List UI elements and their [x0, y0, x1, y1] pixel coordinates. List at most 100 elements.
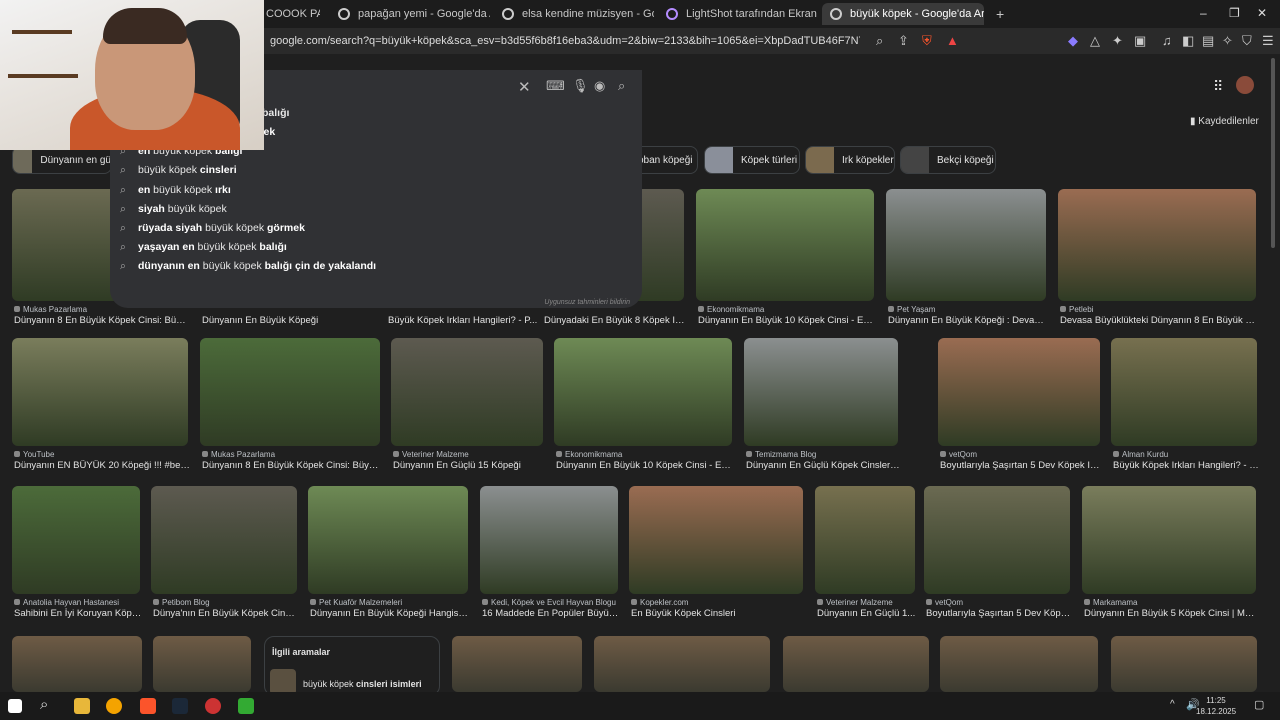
- result-title[interactable]: Dünyanın 8 En Büyük Köpek Cinsi: Büyükl.…: [14, 315, 189, 326]
- result-title[interactable]: Büyük Köpek Irkları Hangileri? - P...: [388, 315, 538, 326]
- wallet-icon[interactable]: ▤: [1202, 33, 1214, 49]
- result-title[interactable]: En Büyük Köpek Cinsleri: [631, 608, 805, 619]
- extension-2-icon[interactable]: △: [1090, 33, 1100, 49]
- result-image[interactable]: [151, 486, 297, 594]
- tab-1[interactable]: COOOK PARDO: [258, 3, 320, 25]
- result-source[interactable]: Anatolia Hayvan Hastanesi: [14, 598, 142, 607]
- result-source[interactable]: Mukas Pazarlama: [202, 450, 382, 459]
- result-title[interactable]: Dünyanın En Büyük 5 Köpek Cinsi | Mark..…: [1084, 608, 1258, 619]
- result-image[interactable]: [200, 338, 380, 446]
- url-field[interactable]: google.com/search?q=büyük+köpek&sca_esv=…: [270, 35, 860, 47]
- result-image[interactable]: [12, 636, 142, 692]
- chip-3[interactable]: Köpek türleri: [704, 146, 800, 174]
- result-source[interactable]: Markamama: [1084, 598, 1258, 607]
- result-source[interactable]: Ekonomikmama: [556, 450, 734, 459]
- suggestion-item[interactable]: ⌕ dünyanın en büyük köpek balığı çin de y…: [120, 260, 376, 273]
- result-title[interactable]: Dünyanın En Büyük Köpeği : Devasa ...: [888, 315, 1048, 326]
- result-title[interactable]: Dünyanın 8 En Büyük Köpek Cinsi: Büyükl.…: [202, 460, 382, 471]
- result-source[interactable]: vetQom: [926, 598, 1072, 607]
- lens-icon[interactable]: ◉: [594, 78, 605, 94]
- result-source[interactable]: Petlebi: [1060, 305, 1258, 314]
- result-source[interactable]: Kopekler.com: [631, 598, 805, 607]
- scrollbar[interactable]: [1271, 58, 1275, 248]
- new-tab-button[interactable]: +: [988, 3, 1012, 25]
- obs-icon[interactable]: [205, 698, 221, 714]
- result-image[interactable]: [308, 486, 468, 594]
- search-icon[interactable]: ⌕: [40, 696, 48, 713]
- result-source[interactable]: Pet Kuaför Malzemeleri: [310, 598, 470, 607]
- result-image[interactable]: [1111, 636, 1257, 692]
- avatar[interactable]: [1236, 76, 1254, 94]
- result-image[interactable]: [938, 338, 1100, 446]
- result-title[interactable]: Dünyadaki En Büyük 8 Köpek Irkı...: [544, 315, 686, 326]
- leo-icon[interactable]: ✧: [1222, 33, 1233, 49]
- suggestion-item[interactable]: ⌕ siyah büyük köpek: [120, 203, 227, 216]
- result-image[interactable]: [12, 338, 188, 446]
- screenshot-icon[interactable]: ▣: [1134, 33, 1146, 49]
- chrome-icon[interactable]: [106, 698, 122, 714]
- result-image[interactable]: [744, 338, 898, 446]
- result-title[interactable]: 16 Maddede En Popüler Büyük ...: [482, 608, 620, 619]
- clock[interactable]: 11:25 18.12.2025: [1196, 695, 1236, 717]
- result-source[interactable]: YouTube: [14, 450, 190, 459]
- app-icon[interactable]: [238, 698, 254, 714]
- result-image[interactable]: [452, 636, 582, 692]
- steam-icon[interactable]: [172, 698, 188, 714]
- clear-icon[interactable]: ✕: [518, 78, 531, 96]
- result-title[interactable]: Dünyanın En Büyük Köpeği Hangisidir...: [310, 608, 470, 619]
- chip-5[interactable]: Bekçi köpeği: [900, 146, 996, 174]
- related-item[interactable]: büyük köpek cinsleri isimleri: [303, 679, 422, 689]
- result-source[interactable]: Alman Kurdu: [1113, 450, 1259, 459]
- extension-icon[interactable]: ◆: [1068, 33, 1078, 49]
- media-icon[interactable]: ♫: [1162, 33, 1172, 48]
- tray-chevron-icon[interactable]: ^: [1170, 699, 1175, 710]
- result-title[interactable]: Dünyanın En Büyük Köpeği: [202, 315, 377, 326]
- result-source[interactable]: Pet Yaşam: [888, 305, 1048, 314]
- tab-2[interactable]: papağan yemi - Google'da Ara: [330, 3, 490, 25]
- result-title[interactable]: Büyük Köpek Irkları Hangileri? - P...: [1113, 460, 1259, 471]
- result-title[interactable]: Boyutlarıyla Şaşırtan 5 Dev Köpe...: [926, 608, 1072, 619]
- suggestion-item[interactable]: ⌕ büyük köpek cinsleri: [120, 164, 237, 177]
- microphone-icon[interactable]: 🎙: [572, 78, 589, 94]
- result-image[interactable]: [924, 486, 1070, 594]
- result-image[interactable]: [153, 636, 251, 692]
- result-image[interactable]: [815, 486, 915, 594]
- brave-shield-icon[interactable]: ⛨: [922, 33, 932, 49]
- result-title[interactable]: Dünyanın En Güçlü 15 Köpeği: [393, 460, 545, 471]
- result-image[interactable]: [783, 636, 929, 692]
- report-predictions-link[interactable]: Uygunsuz tahminleri bildirin: [544, 299, 630, 306]
- apps-grid-icon[interactable]: ⠿: [1213, 78, 1223, 95]
- file-explorer-icon[interactable]: [74, 698, 90, 714]
- result-title[interactable]: Sahibini En İyi Koruyan Köpe...: [14, 608, 142, 619]
- result-image[interactable]: [1058, 189, 1256, 301]
- keyboard-icon[interactable]: ⌨: [546, 78, 565, 94]
- suggestion-item[interactable]: ⌕ yaşayan en büyük köpek balığı: [120, 241, 287, 254]
- close-window-button[interactable]: ✕: [1257, 6, 1267, 20]
- result-title[interactable]: Dünyanın En Güçlü 1...: [817, 608, 917, 619]
- share-icon[interactable]: ⇪: [898, 33, 909, 49]
- suggestion-partial[interactable]: balığı: [262, 107, 289, 119]
- sidebar-icon[interactable]: ◧: [1182, 33, 1194, 49]
- suggestion-item[interactable]: ⌕ rüyada siyah büyük köpek görmek: [120, 222, 305, 235]
- zoom-icon[interactable]: ⌕: [876, 33, 883, 49]
- brave-icon[interactable]: [140, 698, 156, 714]
- chip-1[interactable]: Dünyanın en gü: [12, 146, 112, 174]
- menu-icon[interactable]: ☰: [1262, 33, 1274, 49]
- notifications-icon[interactable]: ▢: [1254, 698, 1264, 711]
- result-image[interactable]: [886, 189, 1046, 301]
- result-title[interactable]: Boyutlarıyla Şaşırtan 5 Dev Köpek Irkı..…: [940, 460, 1102, 471]
- result-image[interactable]: [12, 486, 140, 594]
- result-image[interactable]: [629, 486, 803, 594]
- tab-active[interactable]: büyük köpek - Google'da Ara✕: [822, 3, 984, 25]
- result-image[interactable]: [1082, 486, 1256, 594]
- chip-4[interactable]: Irk köpekler: [805, 146, 895, 174]
- result-image[interactable]: [594, 636, 770, 692]
- suggestion-item[interactable]: ⌕ en büyük köpek ırkı: [120, 184, 231, 197]
- result-source[interactable]: Petibom Blog: [153, 598, 299, 607]
- result-image[interactable]: [554, 338, 732, 446]
- result-title[interactable]: Dünyanın En Büyük 10 Köpek Cinsi - Ekon.…: [698, 315, 876, 326]
- maximize-button[interactable]: ❐: [1229, 6, 1240, 20]
- minimize-button[interactable]: –: [1200, 6, 1207, 20]
- rewards-icon[interactable]: ▲: [946, 33, 959, 48]
- result-image[interactable]: [940, 636, 1098, 692]
